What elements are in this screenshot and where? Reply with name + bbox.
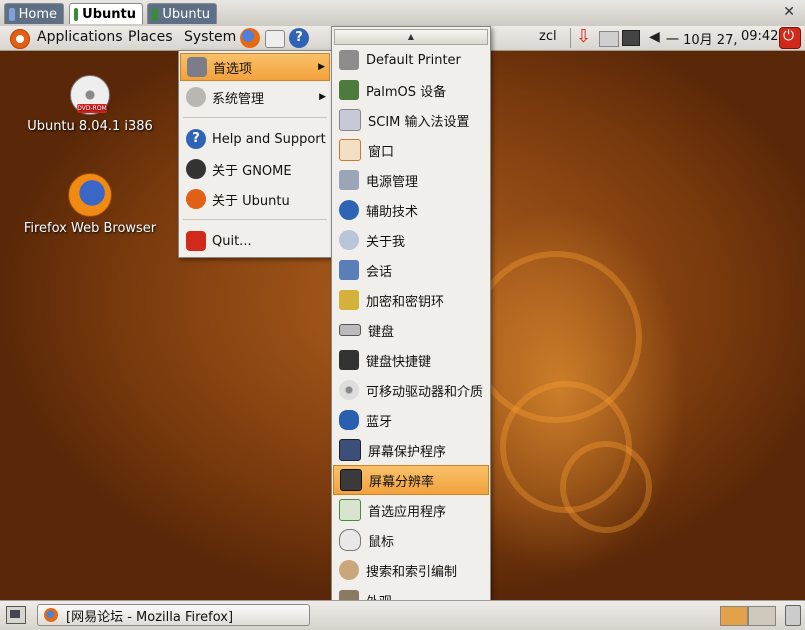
gnome-foot-icon [186, 159, 206, 179]
system-menu[interactable]: System [184, 29, 236, 45]
vm-icon [74, 7, 79, 21]
preferences-icon [187, 57, 207, 77]
places-menu[interactable]: Places [128, 29, 173, 45]
workspace-2[interactable] [748, 606, 776, 626]
menu-item-about-ubuntu[interactable]: 关于 Ubuntu [180, 185, 330, 213]
vm-tab-ubuntu[interactable]: Ubuntu [147, 3, 217, 24]
user-name[interactable]: zcl [539, 29, 557, 44]
administration-icon [186, 87, 206, 107]
vm-tab-ubuntu-active[interactable]: Ubuntu [69, 3, 143, 24]
search-indexing-icon [339, 560, 359, 580]
vm-tab-home[interactable]: Home [4, 3, 64, 24]
divider [570, 28, 571, 48]
submenu-item-bluetooth[interactable]: 蓝牙 [333, 405, 489, 435]
volume-icon[interactable]: ◀ [649, 27, 663, 47]
submenu-item-keyring[interactable]: 加密和密钥环 [333, 285, 489, 315]
mail-launcher-icon[interactable] [265, 30, 285, 48]
keyboard-shortcuts-icon [339, 350, 359, 370]
submenu-item-removable-media[interactable]: 可移动驱动器和介质 [333, 375, 489, 405]
submenu-item-accessibility[interactable]: 辅助技术 [333, 195, 489, 225]
submenu-item-power[interactable]: 电源管理 [333, 165, 489, 195]
submenu-item-session[interactable]: 会话 [333, 255, 489, 285]
home-icon [9, 7, 15, 21]
session-icon [339, 260, 359, 280]
preferences-submenu: ▲ Default Printer PalmOS 设备 SCIM 输入法设置 窗… [331, 26, 491, 626]
screensaver-icon [339, 439, 361, 461]
wallpaper-swirl [560, 441, 652, 533]
dvd-rom-icon: DVD-ROM [70, 75, 110, 115]
submenu-item-screensaver[interactable]: 屏幕保护程序 [333, 435, 489, 465]
desktop-icon-label: Firefox Web Browser [23, 221, 157, 236]
firefox-icon [68, 173, 112, 217]
workspace-1[interactable] [720, 606, 748, 626]
submenu-item-keyboard-shortcuts[interactable]: 键盘快捷键 [333, 345, 489, 375]
submenu-item-preferred-apps[interactable]: 首选应用程序 [333, 495, 489, 525]
submenu-item-screen-resolution[interactable]: 屏幕分辨率 [333, 465, 489, 495]
network-icon[interactable] [622, 30, 640, 46]
clock-time[interactable]: 09:42 [741, 29, 778, 44]
firefox-launcher-icon[interactable] [240, 28, 260, 48]
keyring-icon [339, 290, 359, 310]
mouse-icon [339, 529, 361, 551]
menu-item-about-gnome[interactable]: 关于 GNOME [180, 155, 330, 183]
ubuntu-logo-icon [186, 189, 206, 209]
about-me-icon [339, 230, 359, 250]
desktop-icon-label: Ubuntu 8.04.1 i386 [27, 119, 153, 134]
clock-date[interactable]: 一 10月 27, [666, 29, 737, 48]
close-icon[interactable]: ✕ [783, 4, 795, 20]
power-management-icon [339, 170, 359, 190]
preferred-apps-icon [339, 499, 361, 521]
vm-tab-strip: Home Ubuntu Ubuntu ✕ [0, 0, 805, 27]
submenu-item-keyboard[interactable]: 键盘 [333, 315, 489, 345]
window-icon [339, 139, 361, 161]
help-launcher-icon[interactable]: ? [289, 28, 309, 48]
scim-icon [339, 109, 361, 131]
submenu-item-default-printer[interactable]: Default Printer [333, 45, 489, 75]
vm-icon [152, 7, 159, 21]
desktop-icon-firefox[interactable]: Firefox Web Browser [15, 173, 165, 236]
submenu-item-palmos[interactable]: PalmOS 设备 [333, 75, 489, 105]
shutdown-icon[interactable] [779, 27, 801, 49]
taskbar-firefox-window[interactable]: [网易论坛 - Mozilla Firefox] [37, 604, 310, 626]
menu-item-quit[interactable]: Quit... [180, 227, 330, 255]
palm-device-icon [339, 80, 359, 100]
keyboard-icon [339, 324, 361, 336]
menu-divider [183, 219, 327, 220]
menu-divider [183, 117, 327, 118]
show-desktop-icon[interactable] [6, 606, 26, 624]
printer-tray-icon[interactable] [599, 31, 619, 47]
submenu-item-window[interactable]: 窗口 [333, 135, 489, 165]
submenu-item-search-indexing[interactable]: 搜索和索引编制 [333, 555, 489, 585]
quit-icon [186, 231, 206, 251]
trash-icon[interactable] [785, 605, 801, 626]
system-dropdown-menu: 首选项 ▶ 系统管理 ▶ ? Help and Support 关于 GNOME… [178, 50, 332, 258]
submenu-item-scim[interactable]: SCIM 输入法设置 [333, 105, 489, 135]
accessibility-icon [339, 200, 359, 220]
bottom-panel: [网易论坛 - Mozilla Firefox] [0, 600, 805, 630]
scroll-up-button[interactable]: ▲ [334, 29, 488, 45]
removable-media-icon [339, 380, 359, 400]
submenu-arrow-icon: ▶ [319, 92, 326, 102]
menu-item-preferences[interactable]: 首选项 ▶ [180, 53, 330, 81]
firefox-icon [44, 608, 58, 622]
menu-item-help[interactable]: ? Help and Support [180, 125, 330, 153]
submenu-item-mouse[interactable]: 鼠标 [333, 525, 489, 555]
ubuntu-logo-icon[interactable] [10, 29, 30, 49]
menu-item-administration[interactable]: 系统管理 ▶ [180, 83, 330, 111]
bluetooth-icon [339, 410, 359, 430]
submenu-arrow-icon: ▶ [318, 62, 325, 72]
update-notifier-icon[interactable]: ⇩ [576, 27, 596, 47]
submenu-item-about-me[interactable]: 关于我 [333, 225, 489, 255]
screen-resolution-icon [340, 469, 362, 491]
help-icon: ? [186, 129, 206, 149]
desktop-icon-dvd[interactable]: DVD-ROM Ubuntu 8.04.1 i386 [15, 75, 165, 134]
printer-icon [339, 50, 359, 70]
applications-menu[interactable]: Applications [37, 29, 123, 45]
